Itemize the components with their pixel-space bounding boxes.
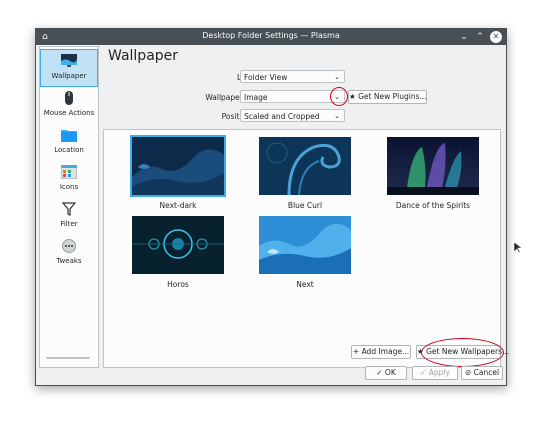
positioning-value: Scaled and Cropped (244, 112, 320, 121)
wallpaper-tile-horos[interactable]: Horos (130, 214, 226, 289)
tweaks-icon (62, 239, 76, 253)
annotation-circle-type (330, 87, 348, 106)
mouse-pointer-icon (514, 242, 522, 254)
chevron-down-icon: ⌄ (334, 112, 340, 120)
ok-label: OK (384, 368, 396, 377)
mouse-icon (65, 91, 73, 105)
sidebar-item-label: Wallpaper (51, 72, 87, 80)
wallpaper-thumbnail (259, 137, 351, 196)
page-title: Wallpaper (108, 48, 179, 64)
wallpaper-tile-dance-of-the-spirits[interactable]: Dance of the Spirits (385, 135, 481, 210)
sidebar-item-label: Mouse Actions (43, 109, 95, 117)
wallpaper-name: Dance of the Spirits (395, 201, 471, 210)
maximize-icon[interactable]: ⌃ (474, 31, 486, 43)
check-icon: ✓ (376, 368, 383, 377)
sidebar-scrollbar[interactable] (46, 357, 90, 359)
get-new-plugins-button[interactable]: ★ Get New Plugins... (348, 90, 427, 104)
category-sidebar: Wallpaper Mouse Actions Location Icons F… (39, 46, 99, 368)
wallpaper-name: Blue Curl (287, 201, 323, 210)
ok-button[interactable]: ✓ OK (365, 366, 407, 380)
wallpaper-tile-next-dark[interactable]: Next-dark (130, 135, 226, 210)
layout-value: Folder View (244, 73, 288, 82)
wallpaper-type-value: Image (244, 93, 268, 102)
sidebar-item-label: Location (54, 146, 84, 154)
wallpaper-thumbnail (130, 135, 226, 197)
wallpaper-name: Horos (167, 280, 189, 289)
sidebar-item-location[interactable]: Location (41, 124, 97, 160)
folder-icon (61, 130, 77, 142)
wallpaper-icon (61, 54, 77, 67)
minimize-icon[interactable]: ⌄ (458, 31, 470, 43)
cancel-button[interactable]: ⊘ Cancel (461, 366, 503, 380)
apply-button[interactable]: ✓ Apply (412, 366, 458, 380)
positioning-combo[interactable]: Scaled and Cropped ⌄ (240, 109, 345, 122)
star-icon: ★ (349, 92, 356, 101)
sidebar-item-icons[interactable]: Icons (41, 161, 97, 197)
sidebar-item-label: Icons (59, 183, 79, 191)
wallpaper-thumbnail (387, 137, 479, 195)
sidebar-item-label: Tweaks (56, 257, 82, 265)
plus-icon: + (352, 347, 360, 356)
layout-combo[interactable]: Folder View ⌄ (240, 70, 345, 83)
sidebar-item-mouse-actions[interactable]: Mouse Actions (41, 87, 97, 123)
get-new-plugins-label: Get New Plugins... (358, 92, 427, 101)
wallpaper-tile-blue-curl[interactable]: Blue Curl (257, 135, 353, 210)
wallpaper-name: Next (296, 280, 314, 289)
filter-icon (61, 202, 77, 216)
sidebar-item-tweaks[interactable]: Tweaks (41, 235, 97, 271)
check-icon: ✓ (420, 368, 427, 377)
annotation-circle-wallpapers (421, 338, 504, 367)
sidebar-item-wallpaper[interactable]: Wallpaper (40, 49, 98, 87)
icons-grid-icon (61, 165, 77, 179)
settings-window: ⌂ Desktop Folder Settings — Plasma ⌄ ⌃ ✕… (35, 28, 509, 386)
wallpaper-gallery: Next-dark Blue Curl Dance of the Spirits… (103, 129, 501, 368)
close-icon[interactable]: ✕ (490, 31, 502, 43)
cancel-icon: ⊘ (464, 368, 472, 377)
title-bar[interactable]: ⌂ Desktop Folder Settings — Plasma ⌄ ⌃ ✕ (36, 29, 506, 45)
add-image-button[interactable]: + Add Image... (351, 345, 411, 359)
wallpaper-thumbnail (132, 216, 224, 274)
window-title: Desktop Folder Settings — Plasma (202, 31, 340, 40)
wallpaper-tile-next[interactable]: Next (257, 214, 353, 289)
chevron-down-icon: ⌄ (334, 73, 340, 81)
cancel-label: Cancel (473, 368, 500, 377)
wallpaper-thumbnail (259, 216, 351, 274)
sidebar-item-filter[interactable]: Filter (41, 198, 97, 234)
apply-label: Apply (428, 368, 450, 377)
add-image-label: Add Image... (361, 347, 410, 356)
sidebar-item-label: Filter (60, 220, 78, 228)
wallpaper-name: Next-dark (159, 201, 197, 210)
